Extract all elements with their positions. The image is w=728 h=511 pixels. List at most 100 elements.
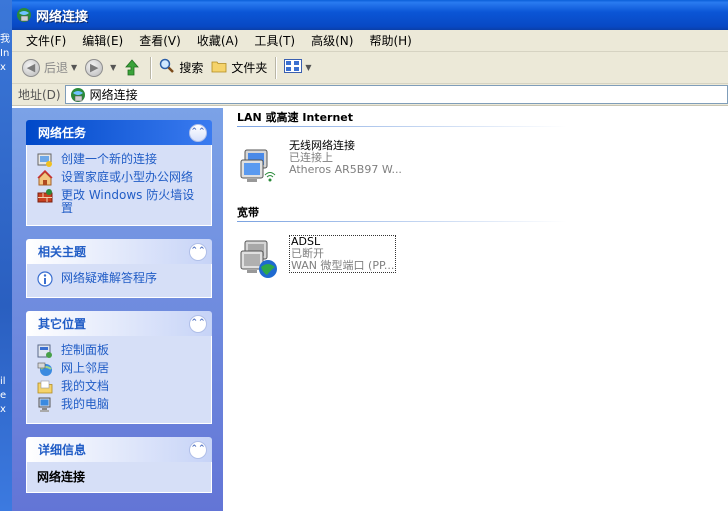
panel-header[interactable]: 其它位置 ⌃⌃ — [26, 311, 212, 336]
place-my-computer[interactable]: 我的电脑 — [37, 397, 205, 413]
content-pane: LAN 或高速 Internet 无线网络连接 已连接上 Atheros AR5… — [223, 108, 728, 511]
home-network-icon — [37, 169, 53, 186]
panel-other-places: 其它位置 ⌃⌃ 控制面板 网上邻居 我的文档 我的电脑 — [26, 311, 212, 424]
panel-header[interactable]: 网络任务 ⌃⌃ — [26, 120, 212, 145]
panel-title: 相关主题 — [38, 245, 87, 259]
menu-view[interactable]: 查看(V) — [131, 31, 189, 51]
folders-button[interactable]: 文件夹 — [207, 55, 271, 81]
folder-icon — [211, 59, 227, 76]
explorer-window: 网络连接 文件(F) 编辑(E) 查看(V) 收藏(A) 工具(T) 高级(N)… — [12, 0, 728, 511]
panel-see-also: 相关主题 ⌃⌃ 网络疑难解答程序 — [26, 239, 212, 298]
collapse-icon[interactable]: ⌃⌃ — [189, 123, 207, 142]
toolbar-separator — [275, 56, 277, 79]
wireless-connection-icon — [237, 140, 279, 186]
menu-help[interactable]: 帮助(H) — [361, 31, 419, 51]
place-network-places[interactable]: 网上邻居 — [37, 362, 205, 377]
task-label: 更改 Windows 防火墙设置 — [61, 188, 195, 215]
broadband-connection-icon — [237, 235, 279, 281]
menu-bar: 文件(F) 编辑(E) 查看(V) 收藏(A) 工具(T) 高级(N) 帮助(H… — [12, 30, 728, 52]
back-button[interactable]: ◀ 后退 ▼ — [18, 55, 81, 81]
control-panel-icon — [37, 343, 53, 359]
my-documents-icon — [37, 379, 53, 395]
task-label: 我的文档 — [61, 379, 110, 393]
desktop-text: 我 — [0, 34, 10, 45]
task-label: 控制面板 — [61, 343, 110, 357]
back-arrow-icon: ◀ — [22, 58, 40, 77]
address-bar: 地址(D) 网络连接 — [12, 84, 728, 106]
forward-arrow-icon: ▶ — [85, 58, 104, 77]
connection-device: WAN 微型端口 (PP... — [291, 259, 395, 272]
forward-button[interactable]: ▶ ▼ — [81, 55, 120, 81]
panel-title: 详细信息 — [38, 443, 87, 457]
panel-body: 控制面板 网上邻居 我的文档 我的电脑 — [26, 336, 212, 424]
back-label: 后退 — [44, 61, 69, 75]
desktop-text: In — [0, 48, 10, 59]
panel-header[interactable]: 详细信息 ⌃⌃ — [26, 437, 212, 462]
panel-details: 详细信息 ⌃⌃ 网络连接 — [26, 437, 212, 493]
search-icon — [159, 58, 175, 77]
search-button[interactable]: 搜索 — [155, 55, 207, 81]
address-input[interactable]: 网络连接 — [64, 85, 728, 104]
toolbar: ◀ 后退 ▼ ▶ ▼ 搜索 文件夹 ▼ — [12, 52, 728, 84]
panel-title: 网络任务 — [38, 126, 87, 140]
menu-file[interactable]: 文件(F) — [18, 31, 74, 51]
connection-text: 无线网络连接 已连接上 Atheros AR5B97 W... — [289, 140, 402, 176]
menu-favorites[interactable]: 收藏(A) — [189, 31, 247, 51]
details-title: 网络连接 — [37, 470, 86, 484]
panel-title: 其它位置 — [38, 317, 87, 331]
task-label: 创建一个新的连接 — [61, 152, 158, 166]
task-network-troubleshooter[interactable]: 网络疑难解答程序 — [37, 271, 205, 287]
toolbar-separator — [150, 56, 152, 79]
task-home-network[interactable]: 设置家庭或小型办公网络 — [37, 169, 205, 186]
network-places-icon — [37, 361, 53, 377]
window-title: 网络连接 — [36, 9, 89, 25]
up-arrow-icon — [124, 58, 140, 77]
views-button[interactable]: ▼ — [280, 55, 315, 81]
chevron-down-icon: ▼ — [110, 63, 117, 72]
desktop-edge: 我 In x il e x — [0, 0, 12, 511]
network-connections-icon — [70, 87, 86, 103]
panel-network-tasks: 网络任务 ⌃⌃ 创建一个新的连接 设置家庭或小型办公网络 更改 Windows … — [26, 120, 212, 226]
task-pane: 网络任务 ⌃⌃ 创建一个新的连接 设置家庭或小型办公网络 更改 Windows … — [12, 108, 223, 511]
menu-advanced[interactable]: 高级(N) — [303, 31, 361, 51]
address-value: 网络连接 — [89, 88, 138, 102]
firewall-icon — [37, 188, 53, 204]
panel-body: 网络连接 — [26, 462, 212, 493]
collapse-icon[interactable]: ⌃⌃ — [189, 242, 207, 261]
my-computer-icon — [37, 397, 53, 413]
desktop-text: x — [0, 404, 6, 415]
task-label: 设置家庭或小型办公网络 — [61, 170, 194, 184]
connection-adsl[interactable]: ADSL 已断开 WAN 微型端口 (PP... — [237, 235, 728, 281]
collapse-icon[interactable]: ⌃⌃ — [189, 314, 207, 333]
views-icon — [284, 59, 303, 76]
group-header-broadband: 宽带 — [237, 204, 728, 222]
desktop-text: il — [0, 376, 6, 387]
new-connection-icon — [37, 152, 53, 168]
address-label: 地址(D) — [18, 88, 61, 102]
group-header-lan: LAN 或高速 Internet — [237, 109, 728, 127]
collapse-icon[interactable]: ⌃⌃ — [189, 440, 207, 459]
network-connections-icon — [16, 7, 32, 23]
connection-wireless[interactable]: 无线网络连接 已连接上 Atheros AR5B97 W... — [237, 140, 728, 186]
task-label: 我的电脑 — [61, 397, 110, 411]
task-create-connection[interactable]: 创建一个新的连接 — [37, 153, 205, 168]
chevron-down-icon: ▼ — [305, 63, 312, 72]
task-label: 网络疑难解答程序 — [61, 271, 158, 285]
task-label: 网上邻居 — [61, 361, 110, 375]
up-folder-button[interactable] — [120, 55, 146, 81]
search-label: 搜索 — [179, 61, 204, 75]
main-area: 网络任务 ⌃⌃ 创建一个新的连接 设置家庭或小型办公网络 更改 Windows … — [12, 108, 728, 511]
connection-device: Atheros AR5B97 W... — [289, 163, 402, 176]
connection-text: ADSL 已断开 WAN 微型端口 (PP... — [289, 235, 397, 273]
panel-body: 网络疑难解答程序 — [26, 264, 212, 298]
desktop-text: e — [0, 390, 7, 401]
place-my-documents[interactable]: 我的文档 — [37, 380, 205, 395]
panel-body: 创建一个新的连接 设置家庭或小型办公网络 更改 Windows 防火墙设置 — [26, 145, 212, 226]
folders-label: 文件夹 — [231, 61, 268, 75]
menu-tools[interactable]: 工具(T) — [246, 31, 303, 51]
menu-edit[interactable]: 编辑(E) — [74, 31, 131, 51]
panel-header[interactable]: 相关主题 ⌃⌃ — [26, 239, 212, 264]
place-control-panel[interactable]: 控制面板 — [37, 344, 205, 359]
task-firewall-settings[interactable]: 更改 Windows 防火墙设置 — [37, 189, 205, 215]
title-bar[interactable]: 网络连接 — [12, 0, 728, 30]
